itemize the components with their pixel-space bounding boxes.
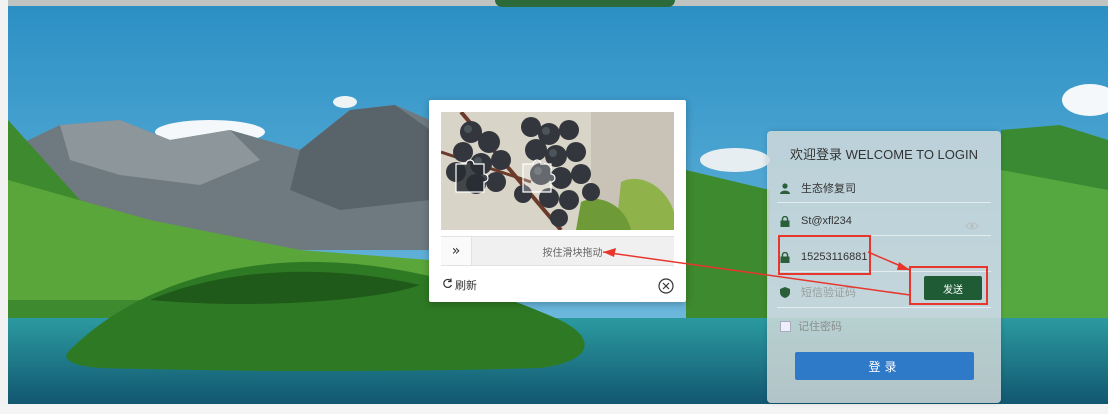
captcha-slider-track[interactable]: » 按住滑块拖动	[441, 236, 674, 266]
bottom-edge	[0, 404, 1108, 414]
remember-label: 记住密码	[798, 320, 842, 333]
username-field[interactable]: 生态修复司	[779, 176, 989, 200]
username-value: 生态修复司	[801, 183, 856, 195]
divider	[777, 307, 991, 308]
password-field[interactable]: St@xfl234	[779, 209, 989, 233]
login-button[interactable]: 登录	[795, 352, 974, 380]
top-bar	[0, 0, 1108, 7]
eye-icon[interactable]	[965, 221, 979, 231]
shield-icon	[779, 286, 791, 298]
lock-icon	[779, 215, 791, 227]
close-icon[interactable]	[658, 278, 674, 294]
captcha-slider-hint: 按住滑块拖动	[542, 247, 603, 259]
captcha-slider-handle[interactable]: »	[441, 237, 472, 265]
phone-value: 15253116881	[801, 251, 868, 263]
send-code-button[interactable]: 发送	[924, 276, 982, 300]
remember-checkbox[interactable]	[780, 321, 791, 332]
left-edge	[0, 0, 8, 414]
refresh-label: 刷新	[455, 279, 477, 292]
lock-icon	[779, 251, 791, 263]
divider	[777, 271, 991, 272]
divider	[777, 202, 991, 203]
refresh-icon	[442, 278, 453, 292]
divider	[777, 235, 991, 236]
phone-field[interactable]: 15253116881	[779, 245, 989, 269]
password-value: St@xfl234	[801, 215, 852, 227]
sms-code-placeholder: 短信验证码	[801, 287, 856, 299]
login-title: 欢迎登录 WELCOME TO LOGIN	[789, 147, 979, 162]
top-bar-accent	[495, 0, 675, 7]
user-icon	[779, 182, 791, 194]
captcha-image	[441, 112, 674, 230]
captcha-dialog: » 按住滑块拖动 刷新	[429, 100, 686, 302]
captcha-refresh[interactable]: 刷新	[442, 277, 477, 293]
